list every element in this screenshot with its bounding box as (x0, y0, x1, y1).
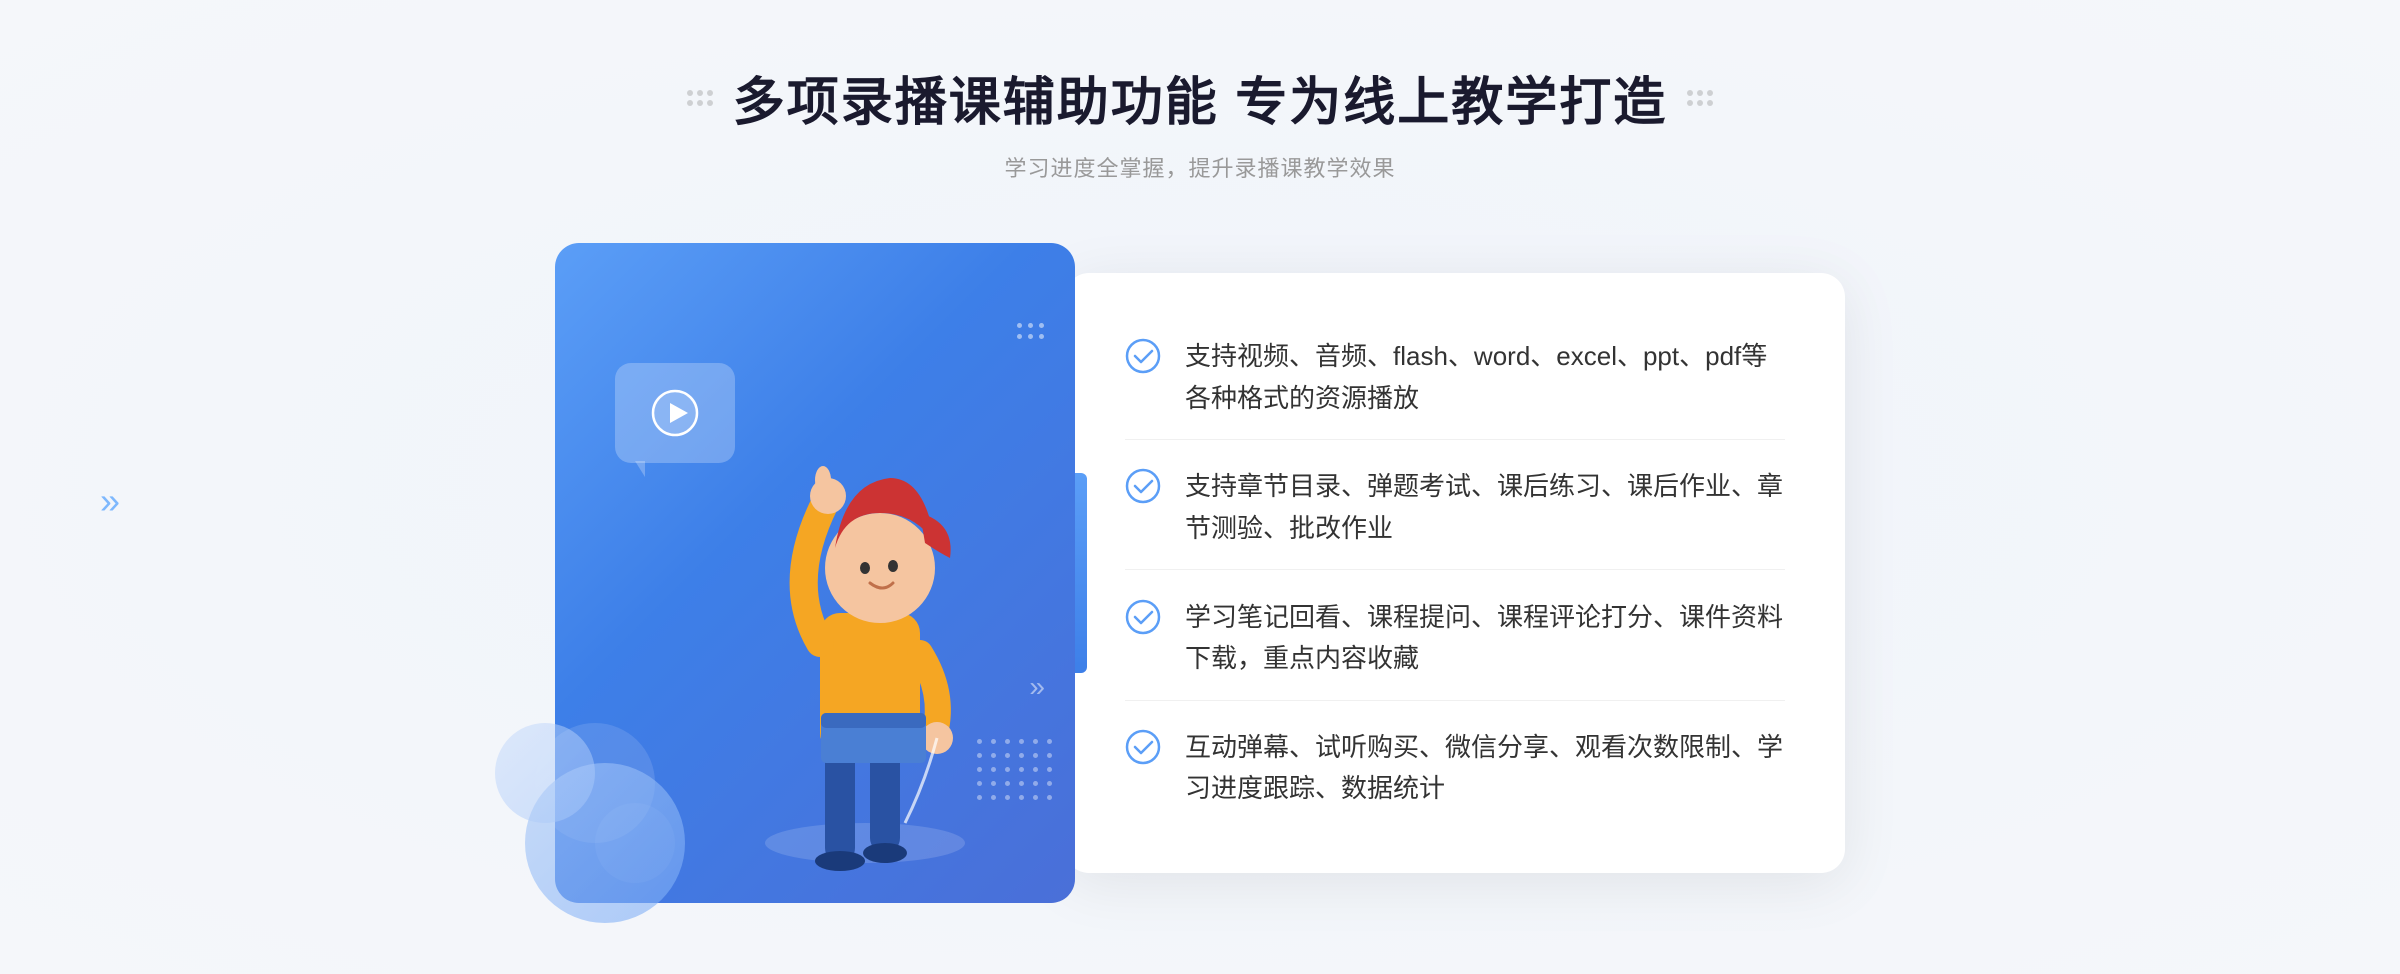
deco-circle-small (495, 723, 595, 823)
page-container: 多项录播课辅助功能 专为线上教学打造 学习进度全掌握，提升录播课教学效果 (0, 0, 2400, 974)
person-figure (725, 383, 1025, 903)
check-icon-1 (1125, 338, 1161, 374)
illus-arrows: » (1029, 671, 1045, 703)
person-illustration (725, 383, 1005, 883)
left-decorator (687, 90, 713, 106)
right-decorator (1687, 90, 1713, 106)
page-title: 多项录播课辅助功能 专为线上教学打造 (733, 60, 1667, 135)
check-icon-3 (1125, 599, 1161, 635)
features-card: 支持视频、音频、flash、word、excel、ppt、pdf等各种格式的资源… (1065, 273, 1845, 873)
content-area: » (500, 243, 1900, 903)
feature-item-3: 学习笔记回看、课程提问、课程评论打分、课件资料下载，重点内容收藏 (1125, 577, 1785, 701)
play-bubble (615, 363, 735, 463)
features-card-wrapper: 支持视频、音频、flash、word、excel、ppt、pdf等各种格式的资源… (1075, 273, 1845, 873)
double-arrow-icon: » (1029, 671, 1045, 703)
check-icon-4 (1125, 729, 1161, 765)
feature-text-1: 支持视频、音频、flash、word、excel、ppt、pdf等各种格式的资源… (1185, 336, 1785, 419)
play-icon (650, 388, 700, 438)
header-section: 多项录播课辅助功能 专为线上教学打造 学习进度全掌握，提升录播课教学效果 (687, 60, 1713, 183)
feature-text-3: 学习笔记回看、课程提问、课程评论打分、课件资料下载，重点内容收藏 (1185, 597, 1785, 680)
illustration-card: » (555, 243, 1075, 903)
illus-dots-top-right (1017, 323, 1045, 340)
check-icon-2 (1125, 468, 1161, 504)
title-with-decorators: 多项录播课辅助功能 专为线上教学打造 (687, 60, 1713, 135)
feature-item-1: 支持视频、音频、flash、word、excel、ppt、pdf等各种格式的资源… (1125, 316, 1785, 440)
left-arrow-decoration: » (100, 480, 120, 522)
feature-item-2: 支持章节目录、弹题考试、课后练习、课后作业、章节测验、批改作业 (1125, 446, 1785, 570)
feature-text-2: 支持章节目录、弹题考试、课后练习、课后作业、章节测验、批改作业 (1185, 466, 1785, 549)
feature-item-4: 互动弹幕、试听购买、微信分享、观看次数限制、学习进度跟踪、数据统计 (1125, 707, 1785, 830)
page-subtitle: 学习进度全掌握，提升录播课教学效果 (687, 151, 1713, 183)
features-card-accent (1075, 473, 1087, 673)
feature-text-4: 互动弹幕、试听购买、微信分享、观看次数限制、学习进度跟踪、数据统计 (1185, 727, 1785, 810)
